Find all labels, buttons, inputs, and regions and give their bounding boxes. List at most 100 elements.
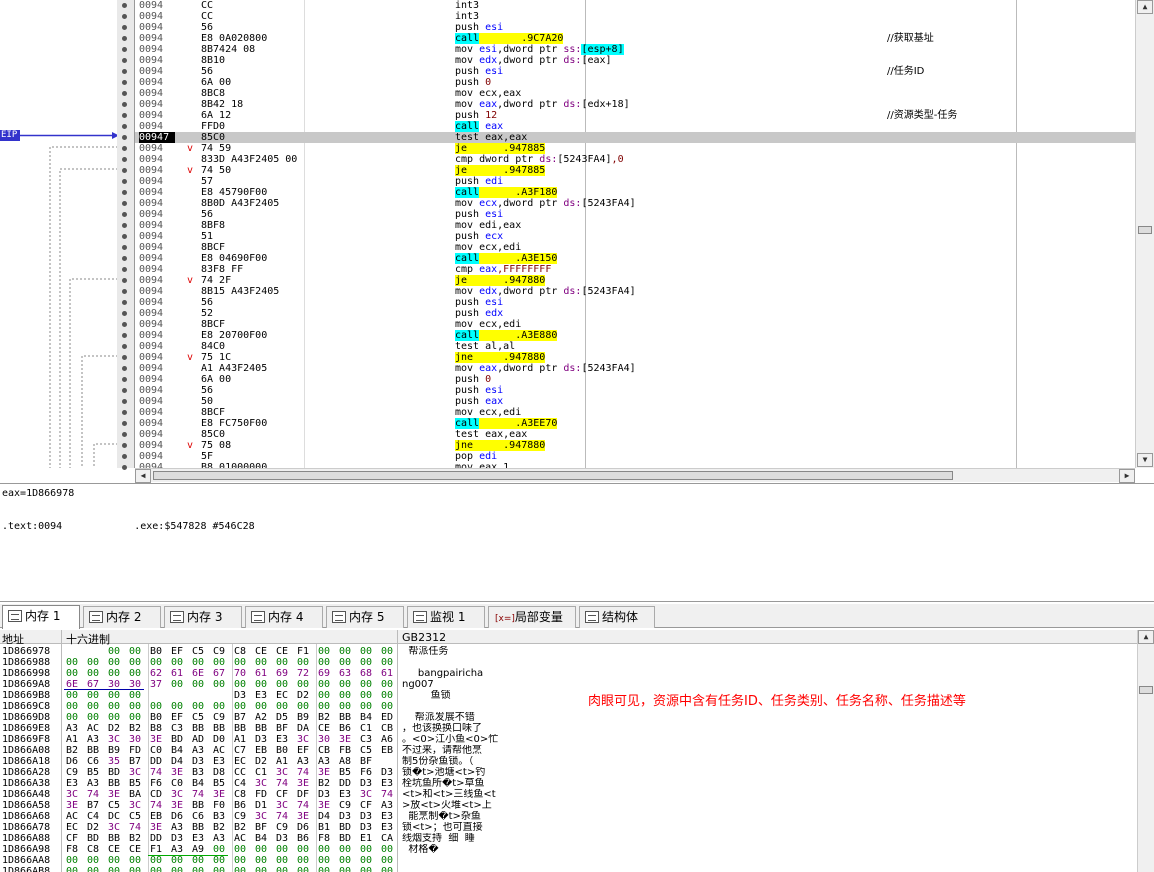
breakpoint-dot[interactable]: [122, 201, 127, 206]
memory-byte[interactable]: 00: [148, 657, 164, 668]
memory-byte[interactable]: C0: [148, 745, 164, 756]
memory-byte[interactable]: C8: [85, 844, 101, 855]
memory-byte[interactable]: D2: [85, 822, 101, 833]
memory-byte[interactable]: 69: [274, 668, 290, 679]
breakpoint-dot[interactable]: [122, 69, 127, 74]
memory-byte[interactable]: C4: [232, 778, 248, 789]
memory-byte[interactable]: A9: [190, 844, 206, 855]
instruction-row[interactable]: 0094 v 74 59 je .947885: [135, 143, 1135, 154]
memory-byte[interactable]: 00: [106, 866, 122, 872]
memory-byte[interactable]: D6: [64, 756, 80, 767]
memory-byte[interactable]: F8: [316, 833, 332, 844]
memory-byte[interactable]: 00: [106, 855, 122, 866]
memory-byte[interactable]: BB: [190, 800, 206, 811]
memory-byte[interactable]: D3: [274, 833, 290, 844]
breakpoint-dot[interactable]: [122, 212, 127, 217]
instruction-row[interactable]: 0094 8BCF mov ecx,edi: [135, 242, 1135, 253]
instruction-row[interactable]: 0094 E8 45790F00 call .A3F180: [135, 187, 1135, 198]
memory-byte[interactable]: E3: [379, 778, 395, 789]
breakpoint-dot[interactable]: [122, 333, 127, 338]
memory-row[interactable]: 1D866A58 3E B7 C5 3C 74 3E BB F0 B6 D1 3C 74 3E C9 CF A3…: [0, 800, 1140, 811]
memory-byte[interactable]: E3: [337, 789, 353, 800]
memory-byte[interactable]: EB: [253, 745, 269, 756]
memory-byte[interactable]: BB: [337, 712, 353, 723]
memory-byte[interactable]: B6: [337, 723, 353, 734]
memory-byte[interactable]: 00: [379, 690, 395, 701]
memory-byte[interactable]: 67: [211, 668, 227, 679]
memory-byte[interactable]: 00: [274, 866, 290, 872]
instruction-row[interactable]: 0094 8B42 18 mov eax,dword ptr ds:[edx+18]: [135, 99, 1135, 110]
instruction-row[interactable]: 0094 v 74 2F je .947880: [135, 275, 1135, 286]
memory-byte[interactable]: 3C: [274, 800, 290, 811]
memory-byte[interactable]: BB: [106, 778, 122, 789]
memory-byte[interactable]: 00: [379, 844, 395, 855]
memory-byte[interactable]: 00: [379, 866, 395, 872]
memory-byte[interactable]: 00: [337, 657, 353, 668]
memory-byte[interactable]: 00: [295, 679, 311, 690]
memory-byte[interactable]: D3: [232, 690, 248, 701]
memory-byte[interactable]: DD: [148, 833, 164, 844]
memory-byte[interactable]: 00: [85, 668, 101, 679]
memory-byte[interactable]: E3: [379, 811, 395, 822]
memory-byte[interactable]: C0: [169, 778, 185, 789]
memory-byte[interactable]: A3: [85, 734, 101, 745]
memory-byte[interactable]: E3: [274, 734, 290, 745]
memory-byte[interactable]: 00: [274, 679, 290, 690]
memory-byte[interactable]: 74: [295, 800, 311, 811]
memory-byte[interactable]: D4: [169, 756, 185, 767]
memory-row[interactable]: 1D8669D8 00 00 00 00 B0 EF C5 C9 B7 A2 D5 B9 B2 BB B4 ED…: [0, 712, 1140, 723]
instruction-row[interactable]: 0094 8B10 mov edx,dword ptr ds:[eax]: [135, 55, 1135, 66]
memory-byte[interactable]: C5: [127, 811, 143, 822]
memory-byte[interactable]: 00: [106, 701, 122, 712]
memory-byte[interactable]: A3: [316, 756, 332, 767]
memory-byte[interactable]: 00: [106, 646, 122, 657]
memory-byte[interactable]: B0: [148, 712, 164, 723]
instruction-row[interactable]: 0094 5F pop edi: [135, 451, 1135, 462]
memory-row[interactable]: 1D866AB8 00 00 00 00 00 00 00 00 00 00 00 00 00 00 00 00: [0, 866, 1140, 872]
memory-byte[interactable]: D6: [169, 811, 185, 822]
memory-byte[interactable]: E3: [253, 690, 269, 701]
memory-byte[interactable]: A3: [190, 745, 206, 756]
memory-byte[interactable]: 00: [85, 701, 101, 712]
memory-byte[interactable]: 00: [127, 690, 143, 701]
memory-byte[interactable]: 74: [85, 789, 101, 800]
memory-byte[interactable]: B1: [316, 822, 332, 833]
tab-7[interactable]: [x=]局部变量: [488, 606, 576, 628]
memory-byte[interactable]: 74: [148, 767, 164, 778]
memory-byte[interactable]: DA: [295, 723, 311, 734]
memory-byte[interactable]: 00: [64, 866, 80, 872]
memory-byte[interactable]: 61: [379, 668, 395, 679]
memory-byte[interactable]: 3E: [316, 800, 332, 811]
instruction-row[interactable]: 0094 8BC8 mov ecx,eax: [135, 88, 1135, 99]
breakpoint-dot[interactable]: [122, 135, 127, 140]
tab-4[interactable]: 内存 4: [245, 606, 323, 628]
instruction-row[interactable]: 0094 8BCF mov ecx,edi: [135, 407, 1135, 418]
memory-row[interactable]: 1D866978 00 00 B0 EF C5 C9 C8 CE CE F1 00 00 00 00 帮派…: [0, 646, 1140, 657]
memory-byte[interactable]: 74: [274, 778, 290, 789]
memory-byte[interactable]: BD: [337, 833, 353, 844]
memory-byte[interactable]: D3: [358, 778, 374, 789]
memory-byte[interactable]: 00: [253, 701, 269, 712]
memory-byte[interactable]: B2: [211, 822, 227, 833]
breakpoint-dot[interactable]: [122, 91, 127, 96]
memory-byte[interactable]: 00: [106, 657, 122, 668]
breakpoint-dot[interactable]: [122, 124, 127, 129]
memory-byte[interactable]: AC: [232, 833, 248, 844]
breakpoint-dot[interactable]: [122, 388, 127, 393]
memory-byte[interactable]: C1: [253, 767, 269, 778]
memory-byte[interactable]: 00: [358, 679, 374, 690]
memory-byte[interactable]: 00: [358, 690, 374, 701]
memory-byte[interactable]: 3E: [295, 811, 311, 822]
memory-byte[interactable]: 35: [106, 756, 122, 767]
memory-byte[interactable]: 00: [64, 657, 80, 668]
memory-byte[interactable]: 00: [85, 690, 101, 701]
breakpoint-dot[interactable]: [122, 157, 127, 162]
memory-byte[interactable]: A3: [211, 833, 227, 844]
memory-byte[interactable]: 00: [358, 855, 374, 866]
memory-byte[interactable]: 00: [274, 657, 290, 668]
memory-byte[interactable]: 00: [127, 866, 143, 872]
breakpoint-dot[interactable]: [122, 223, 127, 228]
memory-byte[interactable]: EC: [232, 756, 248, 767]
memory-byte[interactable]: 00: [379, 646, 395, 657]
memory-byte[interactable]: B7: [232, 712, 248, 723]
